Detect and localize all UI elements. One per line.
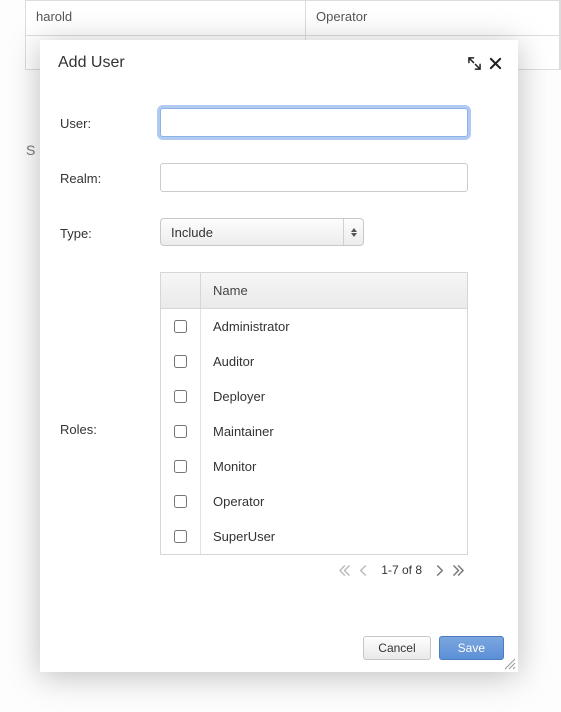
save-button[interactable]: Save (439, 636, 504, 660)
role-checkbox[interactable] (174, 460, 187, 473)
dialog-body: User: Realm: Type: Include Roles: (40, 82, 518, 577)
dialog-title: Add User (58, 54, 460, 72)
table-row: Maintainer (161, 414, 467, 449)
role-checkbox[interactable] (174, 355, 187, 368)
pager-info: 1-7 of 8 (381, 563, 422, 577)
role-name: Auditor (201, 344, 467, 379)
role-checkbox-cell (161, 519, 201, 554)
background-cell-role: Operator (306, 1, 560, 35)
roles-header-name: Name (201, 273, 467, 308)
table-row: SuperUser (161, 519, 467, 554)
label-roles: Roles: (60, 272, 160, 437)
role-name: SuperUser (201, 519, 467, 554)
role-checkbox-cell (161, 309, 201, 344)
background-table-row: haroldOperator (26, 1, 560, 35)
cancel-button[interactable]: Cancel (363, 636, 430, 660)
close-icon[interactable] (489, 57, 502, 70)
role-name: Deployer (201, 379, 467, 414)
role-name: Administrator (201, 309, 467, 344)
table-row: Operator (161, 484, 467, 519)
role-checkbox[interactable] (174, 320, 187, 333)
roles-table-header: Name (161, 273, 467, 309)
role-name: Operator (201, 484, 467, 519)
type-select-value: Include (171, 225, 213, 240)
pager-first-icon (339, 564, 350, 577)
user-input[interactable] (160, 108, 468, 137)
dialog-footer: Cancel Save (363, 636, 504, 660)
roles-header-checkbox-col (161, 273, 201, 308)
form-row-roles: Roles: Name AdministratorAuditorDeployer… (60, 272, 498, 577)
pager-prev-icon (358, 564, 369, 577)
form-row-realm: Realm: (60, 163, 498, 192)
pager-next-icon[interactable] (434, 564, 445, 577)
maximize-icon[interactable] (468, 57, 481, 70)
resize-handle-icon[interactable] (502, 656, 516, 670)
table-row: Monitor (161, 449, 467, 484)
role-name: Monitor (201, 449, 467, 484)
background-cell-user: harold (26, 1, 306, 35)
type-select[interactable]: Include (160, 218, 364, 246)
roles-table: Name AdministratorAuditorDeployerMaintai… (160, 272, 468, 555)
label-type: Type: (60, 224, 160, 241)
table-row: Auditor (161, 344, 467, 379)
roles-pager: 1-7 of 8 (160, 555, 468, 577)
select-stepper-icon (343, 219, 363, 245)
table-row: Deployer (161, 379, 467, 414)
dialog-header: Add User (40, 40, 518, 82)
role-checkbox-cell (161, 379, 201, 414)
role-checkbox[interactable] (174, 530, 187, 543)
form-row-type: Type: Include (60, 218, 498, 246)
role-checkbox[interactable] (174, 425, 187, 438)
role-checkbox[interactable] (174, 495, 187, 508)
pager-last-icon[interactable] (453, 564, 464, 577)
table-row: Administrator (161, 309, 467, 344)
add-user-dialog: Add User User: Realm: Type: Include (40, 40, 518, 672)
label-realm: Realm: (60, 169, 160, 186)
role-checkbox-cell (161, 484, 201, 519)
role-name: Maintainer (201, 414, 467, 449)
form-row-user: User: (60, 108, 498, 137)
role-checkbox[interactable] (174, 390, 187, 403)
background-sidebar-letter: S (26, 142, 35, 158)
role-checkbox-cell (161, 449, 201, 484)
role-checkbox-cell (161, 414, 201, 449)
label-user: User: (60, 114, 160, 131)
role-checkbox-cell (161, 344, 201, 379)
realm-input[interactable] (160, 163, 468, 192)
